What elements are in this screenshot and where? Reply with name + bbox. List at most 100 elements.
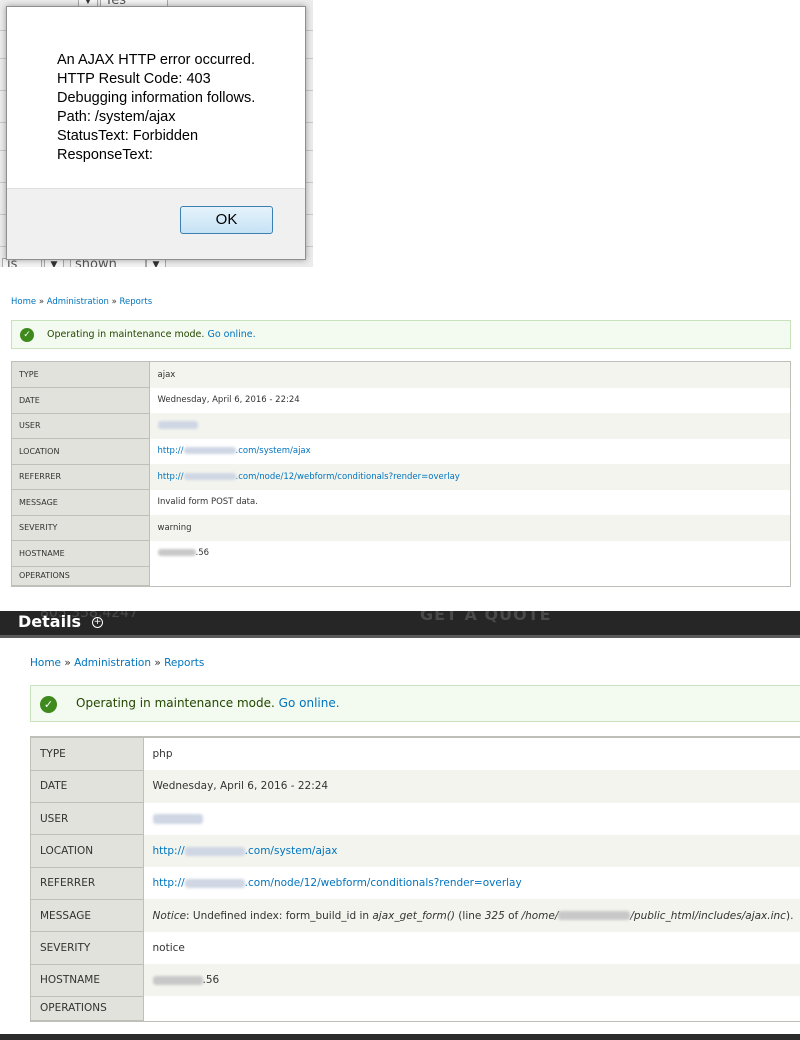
breadcrumb-administration[interactable]: Administration [47,297,109,307]
ok-button[interactable]: OK [180,206,273,234]
table-row: OPERATIONS [31,996,800,1021]
dialog-line: An AJAX HTTP error occurred. [57,52,255,68]
status-message: ✓ Operating in maintenance mode. Go onli… [30,685,800,722]
log-details-table: TYPE php DATE Wednesday, April 6, 2016 -… [30,736,800,1022]
hostname-suffix: .56 [202,974,220,987]
row-value-message: Invalid form POST data. [149,489,790,515]
row-label-date: DATE [12,387,150,414]
table-row: HOSTNAME .56 [12,540,790,567]
breadcrumb-home[interactable]: Home [30,657,61,669]
status-message: ✓ Operating in maintenance mode. Go onli… [11,320,791,349]
table-row: DATE Wednesday, April 6, 2016 - 22:24 [31,770,800,804]
table-row: HOSTNAME .56 [31,964,800,997]
dialog-footer: OK [7,188,305,259]
row-label-type: TYPE [12,362,150,388]
log-entry-ajax-panel: Home » Administration » Reports ✓ Operat… [0,285,800,605]
row-value-severity: warning [149,515,790,541]
referrer-link[interactable]: http:// .com/node/12/webform/conditionals… [158,472,460,482]
table-row: TYPE ajax [12,362,790,388]
check-circle-icon: ✓ [20,328,34,342]
breadcrumb-reports[interactable]: Reports [120,297,153,307]
redacted-path [558,911,631,921]
table-row: MESSAGE Invalid form POST data. [12,489,790,516]
url-prefix: http:// [157,471,184,482]
redacted-ip [152,975,203,985]
redacted-domain [184,846,245,856]
row-value-referrer[interactable]: http:// .com/node/12/webform/conditionals… [149,464,790,490]
breadcrumb-reports[interactable]: Reports [164,657,204,669]
row-label-user: USER [31,802,144,836]
dialog-message: An AJAX HTTP error occurred. HTTP Result… [57,51,255,165]
breadcrumb-administration[interactable]: Administration [74,657,151,669]
file-path-end: /public_html/includes/ajax.inc [630,909,786,922]
url-suffix: .com/system/ajax [244,845,338,858]
dialog-line: HTTP Result Code: 403 [57,71,211,87]
overlay-header-bar: 805.358.4247 GET A QUOTE Details + [0,611,800,635]
row-value-date: Wednesday, April 6, 2016 - 22:24 [149,387,790,413]
breadcrumb-separator: » [64,657,71,669]
table-row: MESSAGE Notice: Undefined index: form_bu… [31,899,800,933]
row-value-user[interactable] [143,802,800,835]
row-value-hostname: .56 [149,540,790,566]
breadcrumb-separator: » [154,657,161,669]
check-circle-icon: ✓ [40,696,57,713]
row-value-type: ajax [149,362,790,388]
row-value-location[interactable]: http:// .com/system/ajax [143,834,800,868]
redacted-domain [183,447,236,455]
table-row: SEVERITY warning [12,515,790,541]
row-label-operations: OPERATIONS [12,566,150,586]
url-prefix: http:// [157,446,184,457]
table-row: SEVERITY notice [31,931,800,965]
row-label-operations: OPERATIONS [31,996,144,1021]
row-label-referrer: REFERRER [12,464,150,490]
header-divider [0,635,800,638]
status-text: Operating in maintenance mode. [76,696,275,710]
ajax-error-dialog-screenshot: ▼ Yes is ▼ shown ▼ An AJAX HTTP error oc… [0,0,313,267]
log-details-table: TYPE ajax DATE Wednesday, April 6, 2016 … [11,361,791,587]
row-label-message: MESSAGE [12,489,150,516]
location-link[interactable]: http:// .com/system/ajax [153,845,338,857]
row-label-hostname: HOSTNAME [31,964,144,997]
row-label-date: DATE [31,770,144,804]
table-row: REFERRER http:// .com/node/12/webform/con… [12,464,790,490]
url-suffix: .com/node/12/webform/conditionals?render… [244,877,522,890]
plus-circle-icon[interactable]: + [92,617,103,628]
row-label-location: LOCATION [12,438,150,465]
row-value-severity: notice [143,931,800,965]
dialog-line: StatusText: Forbidden [57,128,199,144]
redacted-username[interactable] [152,813,203,824]
url-suffix: .com/node/12/webform/conditionals?render… [235,471,460,482]
row-label-user: USER [12,413,150,439]
go-online-link[interactable]: Go online. [207,329,255,340]
breadcrumb: Home » Administration » Reports [30,657,204,669]
breadcrumb-home[interactable]: Home [11,297,36,307]
referrer-link[interactable]: http:// .com/node/12/webform/conditionals… [153,877,522,889]
row-label-referrer: REFERRER [31,867,144,900]
breadcrumb: Home » Administration » Reports [11,297,152,307]
go-online-link[interactable]: Go online. [279,696,340,710]
dialog-line: Debugging information follows. [57,90,256,106]
message-text: of [504,909,522,922]
row-label-severity: SEVERITY [31,931,144,965]
log-entry-php-panel: 805.358.4247 GET A QUOTE Details + Home … [0,611,800,1040]
dialog-line: Path: /system/ajax [57,109,176,125]
url-prefix: http:// [152,845,185,858]
message-text: (line [454,909,485,922]
breadcrumb-separator: » [38,297,45,307]
row-label-hostname: HOSTNAME [12,540,150,567]
redacted-username[interactable] [157,421,198,430]
row-value-location[interactable]: http:// .com/system/ajax [149,438,790,464]
alert-dialog: An AJAX HTTP error occurred. HTTP Result… [6,6,306,260]
table-row: LOCATION http:// .com/system/ajax [12,438,790,465]
row-value-operations [149,566,790,585]
row-value-user[interactable] [149,413,790,439]
table-row: OPERATIONS [12,566,790,586]
redacted-domain [184,878,245,888]
row-value-referrer[interactable]: http:// .com/node/12/webform/conditionals… [143,867,800,900]
background-quote-text: GET A QUOTE [420,611,552,624]
row-value-date: Wednesday, April 6, 2016 - 22:24 [143,770,800,803]
location-link[interactable]: http:// .com/system/ajax [158,446,311,456]
row-label-severity: SEVERITY [12,515,150,541]
row-label-message: MESSAGE [31,899,144,933]
table-row: REFERRER http:// .com/node/12/webform/con… [31,867,800,900]
